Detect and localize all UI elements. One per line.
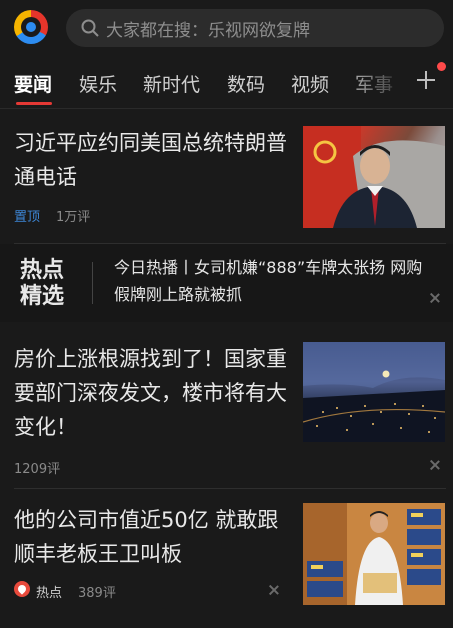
hot-picks-headline[interactable]: 今日热播丨女司机嫌“888”车牌太张扬 网购假牌刚上路就被抓: [114, 254, 424, 308]
comment-count[interactable]: 1209评: [14, 458, 60, 477]
add-channel-icon[interactable]: [412, 66, 440, 94]
app-logo-icon[interactable]: [14, 10, 48, 44]
news-thumbnail[interactable]: [303, 126, 445, 228]
search-placeholder: 大家都在搜：乐视网欲复牌: [106, 20, 310, 41]
news-thumbnail[interactable]: [303, 342, 445, 442]
dismiss-icon[interactable]: [429, 292, 441, 304]
top-bar: 大家都在搜：乐视网欲复牌: [0, 0, 453, 56]
news-thumbnail[interactable]: [303, 503, 445, 605]
pinned-badge: 置顶: [14, 210, 41, 225]
dismiss-icon[interactable]: [268, 584, 280, 596]
news-title[interactable]: 习近平应约同美国总统特朗普通电话: [14, 126, 289, 194]
tab-video[interactable]: 视频: [291, 70, 329, 97]
tab-entertainment[interactable]: 娱乐: [79, 70, 117, 97]
dismiss-icon[interactable]: [429, 459, 441, 471]
divider: [14, 488, 446, 489]
hot-picks-label: 热点精选: [20, 258, 65, 309]
channel-tabs: 要闻 娱乐 新时代 数码 视频 军事: [0, 56, 453, 109]
tab-military[interactable]: 军事: [355, 70, 393, 97]
tab-digital[interactable]: 数码: [227, 70, 265, 97]
news-title[interactable]: 房价上涨根源找到了！国家重要部门深夜发文，楼市将有大变化！: [14, 342, 294, 444]
tab-new-era[interactable]: 新时代: [143, 70, 200, 97]
comment-count[interactable]: 389评: [78, 582, 116, 601]
search-input[interactable]: 大家都在搜：乐视网欲复牌: [66, 9, 444, 47]
hot-separator: [92, 262, 93, 304]
comment-count[interactable]: 1万评: [56, 206, 90, 225]
active-tab-indicator: [16, 102, 52, 105]
news-title[interactable]: 他的公司市值近50亿 就敢跟顺丰老板王卫叫板: [14, 503, 294, 571]
hot-flame-icon: [14, 581, 30, 597]
notification-dot: [437, 62, 446, 71]
tab-news[interactable]: 要闻: [14, 70, 52, 97]
search-icon: [81, 19, 99, 37]
hot-tag: 热点: [36, 586, 63, 601]
